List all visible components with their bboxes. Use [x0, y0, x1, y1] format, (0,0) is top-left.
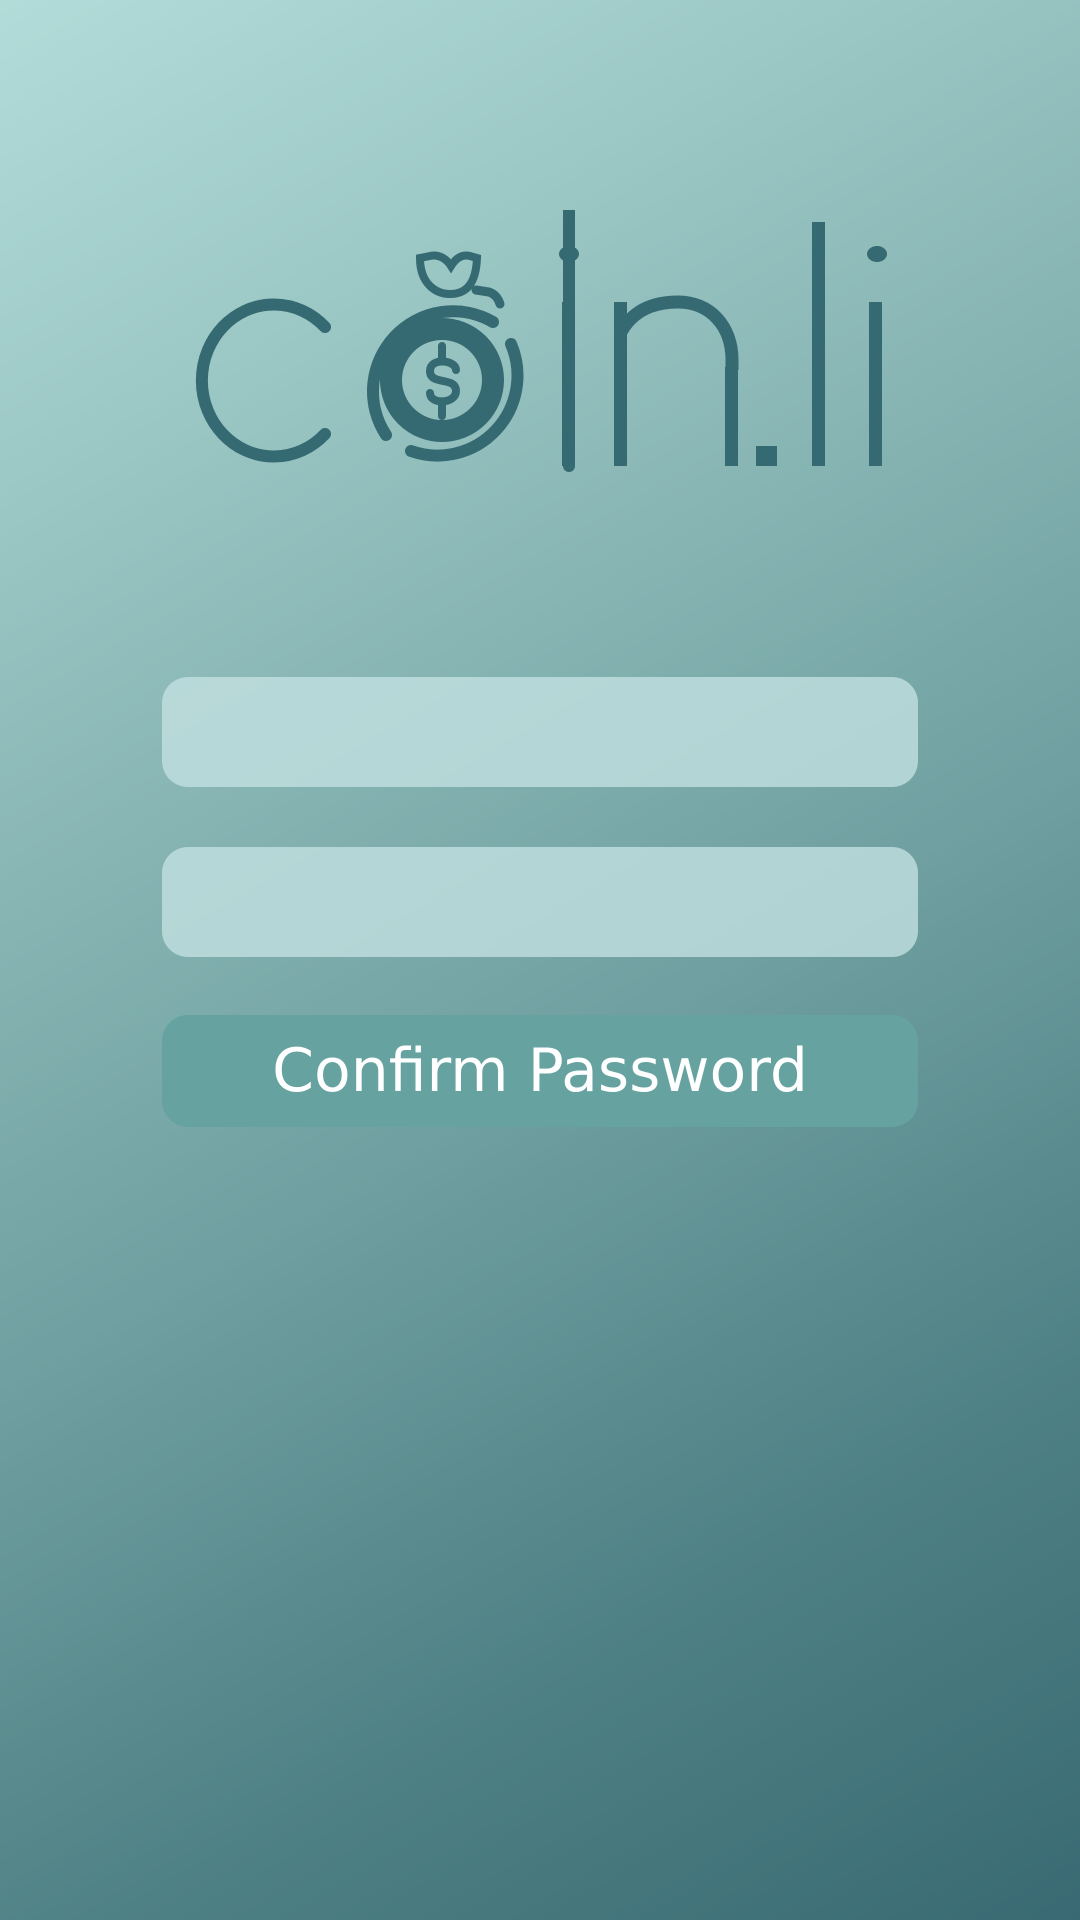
logo [180, 204, 900, 480]
coinli-logo [195, 204, 887, 472]
logo-letter-c [195, 298, 331, 463]
confirm-password-button[interactable]: Confirm Password [162, 1015, 918, 1127]
money-bag-dollar-icon [367, 251, 524, 462]
logo-dot [756, 446, 777, 466]
confirm-password-field[interactable] [162, 847, 918, 957]
password-field[interactable] [162, 677, 918, 787]
logo-letter-l [812, 222, 825, 466]
